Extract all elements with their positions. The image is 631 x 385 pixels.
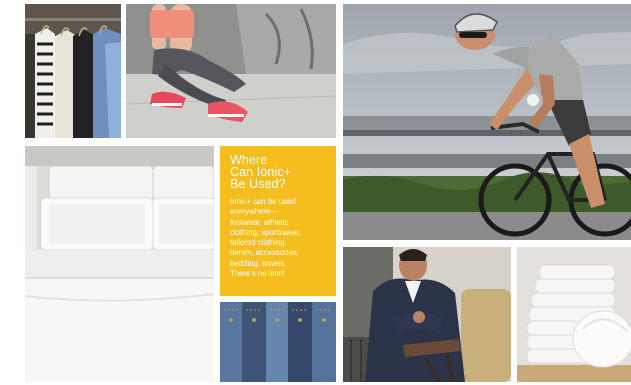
- white-bedding-photo: [25, 146, 214, 382]
- cyclist-photo: [343, 4, 631, 240]
- tailored-suit-photo: [343, 247, 511, 382]
- info-panel-body: Ionic+ can be used everywhere— footwear,…: [230, 197, 302, 279]
- athletic-wear-sneakers-photo: [126, 4, 336, 138]
- closet-clothing-photo: [25, 4, 121, 138]
- white-towels-photo: [517, 247, 631, 382]
- info-panel-title: Where Can Ionic+ Be Used?: [230, 153, 292, 191]
- ionic-uses-info-panel: Where Can Ionic+ Be Used? Ionic+ can be …: [220, 146, 336, 296]
- denim-jeans-photo: [220, 302, 336, 382]
